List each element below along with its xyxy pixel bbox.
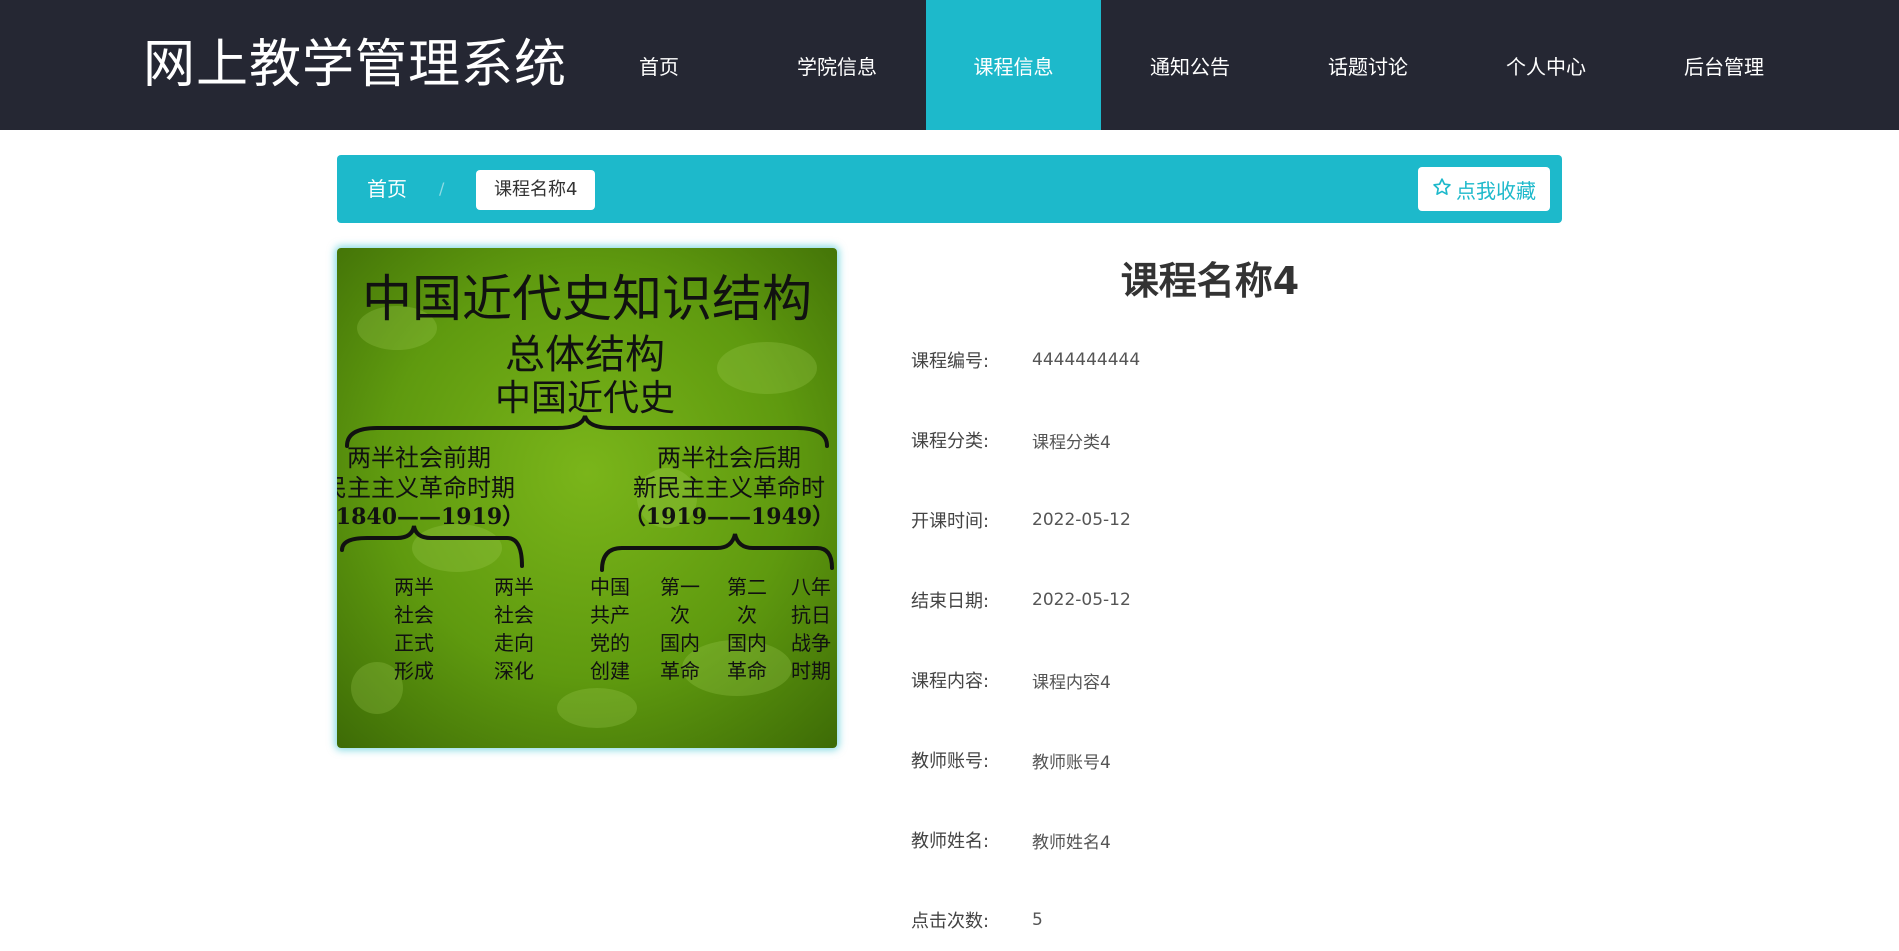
breadcrumb-separator: / bbox=[439, 179, 445, 198]
info-row-click-count: 点击次数: 5 bbox=[911, 900, 1531, 940]
course-title: 课程名称4 bbox=[1120, 259, 1300, 303]
info-row-course-category: 课程分类: 课程分类4 bbox=[911, 420, 1531, 460]
nav-home[interactable]: 首页 bbox=[570, 0, 748, 130]
image-line-4: 两半社会前期 bbox=[347, 444, 491, 472]
svg-text:走向: 走向 bbox=[494, 631, 534, 655]
breadcrumb: 首页 / 课程名称4 点我收藏 bbox=[337, 155, 1562, 223]
info-value: 2022-05-12 bbox=[1032, 510, 1131, 530]
info-row-end-date: 结束日期: 2022-05-12 bbox=[911, 580, 1531, 620]
image-line-3: 中国近代史 bbox=[495, 378, 675, 419]
info-value: 2022-05-12 bbox=[1032, 590, 1131, 610]
info-label: 课程内容: bbox=[911, 671, 990, 692]
svg-text:次: 次 bbox=[670, 603, 690, 627]
svg-text:正式: 正式 bbox=[394, 631, 434, 655]
svg-text:国内: 国内 bbox=[727, 631, 767, 655]
info-label: 课程编号: bbox=[911, 351, 990, 372]
info-row-start-date: 开课时间: 2022-05-12 bbox=[911, 500, 1531, 540]
nav-admin[interactable]: 后台管理 bbox=[1635, 0, 1813, 130]
info-row-course-number: 课程编号: 4444444444 bbox=[911, 340, 1531, 380]
svg-text:革命: 革命 bbox=[660, 659, 700, 683]
info-value: 教师账号4 bbox=[1032, 752, 1111, 773]
svg-text:社会: 社会 bbox=[394, 603, 434, 627]
svg-text:形成: 形成 bbox=[394, 659, 434, 683]
info-label: 课程分类: bbox=[911, 431, 990, 452]
info-value: 教师姓名4 bbox=[1032, 832, 1111, 853]
image-line-7: 两半社会后期 bbox=[657, 444, 801, 472]
svg-text:第一: 第一 bbox=[660, 575, 700, 599]
svg-text:党的: 党的 bbox=[590, 631, 630, 655]
svg-text:战争: 战争 bbox=[791, 631, 831, 655]
nav-topic-discussion[interactable]: 话题讨论 bbox=[1279, 0, 1457, 130]
image-line-8: 新民主主义革命时 bbox=[633, 474, 825, 502]
info-row-course-content: 课程内容: 课程内容4 bbox=[911, 660, 1531, 700]
info-label: 教师账号: bbox=[911, 751, 990, 772]
main-nav: 首页 学院信息 课程信息 通知公告 话题讨论 个人中心 后台管理 bbox=[570, 0, 1813, 130]
image-line-6: （1840——1919） bbox=[337, 504, 524, 530]
svg-text:八年: 八年 bbox=[791, 575, 831, 599]
image-line-1: 中国近代史知识结构 bbox=[362, 270, 812, 328]
image-line-2: 总体结构 bbox=[505, 332, 665, 378]
svg-text:时期: 时期 bbox=[791, 659, 831, 683]
nav-college-info[interactable]: 学院信息 bbox=[748, 0, 926, 130]
svg-text:两半: 两半 bbox=[394, 575, 434, 599]
image-line-5: 民主主义革命时期 bbox=[337, 474, 515, 502]
svg-text:创建: 创建 bbox=[590, 659, 630, 683]
svg-text:第二: 第二 bbox=[727, 575, 767, 599]
info-label: 结束日期: bbox=[911, 591, 990, 612]
svg-text:社会: 社会 bbox=[494, 603, 534, 627]
info-value: 课程内容4 bbox=[1032, 672, 1111, 693]
info-value: 课程分类4 bbox=[1032, 432, 1111, 453]
breadcrumb-current: 课程名称4 bbox=[476, 170, 596, 210]
info-value: 4444444444 bbox=[1032, 350, 1141, 370]
svg-text:抗日: 抗日 bbox=[791, 603, 831, 627]
svg-text:次: 次 bbox=[737, 603, 757, 627]
star-icon bbox=[1432, 177, 1452, 202]
svg-text:革命: 革命 bbox=[727, 659, 767, 683]
info-label: 点击次数: bbox=[911, 911, 990, 932]
favorite-button[interactable]: 点我收藏 bbox=[1418, 167, 1550, 211]
info-row-teacher-account: 教师账号: 教师账号4 bbox=[911, 740, 1531, 780]
info-row-teacher-name: 教师姓名: 教师姓名4 bbox=[911, 820, 1531, 860]
breadcrumb-home-link[interactable]: 首页 bbox=[367, 155, 407, 223]
site-title: 网上教学管理系统 bbox=[143, 35, 568, 95]
svg-text:两半: 两半 bbox=[494, 575, 534, 599]
image-line-9: （1919——1949） bbox=[624, 504, 834, 530]
nav-notices[interactable]: 通知公告 bbox=[1101, 0, 1279, 130]
nav-course-info[interactable]: 课程信息 bbox=[926, 0, 1101, 130]
svg-text:国内: 国内 bbox=[660, 631, 700, 655]
info-label: 开课时间: bbox=[911, 511, 990, 532]
favorite-label: 点我收藏 bbox=[1456, 178, 1536, 203]
top-navbar: 网上教学管理系统 首页 学院信息 课程信息 通知公告 话题讨论 个人中心 后台管… bbox=[0, 0, 1899, 130]
nav-personal-center[interactable]: 个人中心 bbox=[1457, 0, 1635, 130]
svg-text:共产: 共产 bbox=[590, 603, 630, 627]
course-cover-image: 中国近代史知识结构 总体结构 中国近代史 两半社会前期 民主主义革命时期 （18… bbox=[337, 248, 837, 748]
info-value: 5 bbox=[1032, 910, 1043, 930]
info-label: 教师姓名: bbox=[911, 831, 990, 852]
svg-text:深化: 深化 bbox=[494, 659, 534, 683]
svg-text:中国: 中国 bbox=[590, 575, 630, 599]
